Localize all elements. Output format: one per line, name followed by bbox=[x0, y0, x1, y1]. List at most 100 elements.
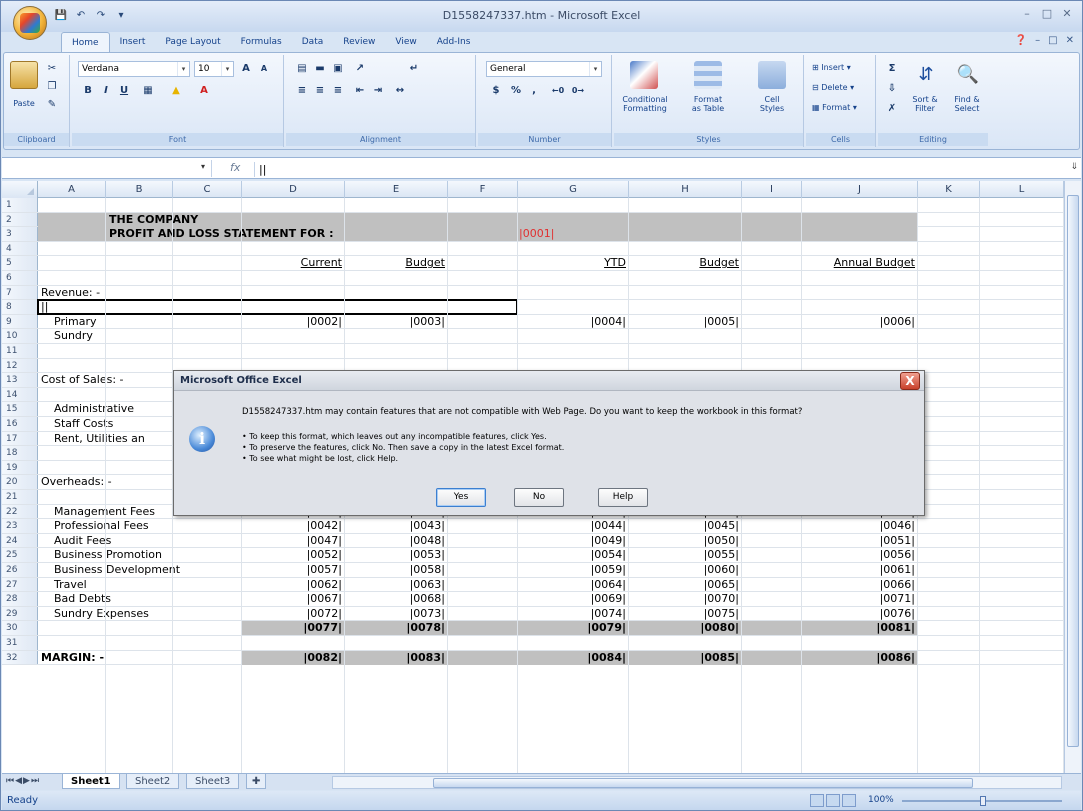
row-header[interactable]: 4 bbox=[2, 241, 38, 256]
align-middle-icon[interactable]: ▬ bbox=[312, 61, 328, 77]
tab-data[interactable]: Data bbox=[292, 32, 334, 52]
row-header[interactable]: 16 bbox=[2, 417, 38, 431]
heading-annual-budget[interactable]: Annual Budget bbox=[805, 256, 915, 270]
format-painter-icon[interactable]: ✎ bbox=[44, 97, 60, 113]
page-layout-view-icon[interactable] bbox=[826, 794, 840, 807]
copy-icon[interactable]: ❐ bbox=[44, 79, 60, 95]
value-cell[interactable]: |0052| bbox=[245, 548, 342, 562]
margin-cell[interactable]: |0082| bbox=[245, 651, 342, 665]
row-header[interactable]: 5 bbox=[2, 256, 38, 270]
clear-icon[interactable]: ✗ bbox=[884, 101, 900, 117]
column-header-l[interactable]: L bbox=[980, 181, 1064, 198]
margin-cell[interactable]: |0083| bbox=[348, 651, 445, 665]
comma-button[interactable]: , bbox=[526, 83, 542, 99]
column-header-d[interactable]: D bbox=[242, 181, 345, 198]
value-cell[interactable]: |0002| bbox=[245, 315, 342, 329]
value-cell[interactable]: |0066| bbox=[805, 578, 915, 592]
insert-button[interactable]: ⊞ Insert ▾ bbox=[812, 63, 851, 72]
value-cell[interactable]: |0074| bbox=[521, 607, 626, 621]
select-all-button[interactable] bbox=[2, 181, 38, 198]
value-cell[interactable]: |0056| bbox=[805, 548, 915, 562]
cut-icon[interactable]: ✂ bbox=[44, 61, 60, 77]
row-header[interactable]: 18 bbox=[2, 446, 38, 460]
align-center-icon[interactable]: ≡ bbox=[312, 83, 328, 99]
font-color-icon[interactable]: A bbox=[196, 83, 212, 99]
sheet-nav-arrows-icon[interactable]: ⏮◀▶⏭ bbox=[6, 776, 40, 786]
help-icon[interactable]: ❓ bbox=[1015, 35, 1027, 46]
expense-label[interactable]: Sundry Expenses bbox=[54, 607, 149, 621]
column-header-b[interactable]: B bbox=[106, 181, 173, 198]
column-header-f[interactable]: F bbox=[448, 181, 518, 198]
sheet-tab-1[interactable]: Sheet1 bbox=[62, 774, 120, 789]
row-header[interactable]: 14 bbox=[2, 387, 38, 402]
insert-function-icon[interactable]: fx bbox=[230, 161, 240, 174]
row-header[interactable]: 9 bbox=[2, 314, 38, 329]
value-cell[interactable]: |0004| bbox=[521, 315, 626, 329]
align-bottom-icon[interactable]: ▣ bbox=[330, 61, 346, 77]
value-cell[interactable]: |0047| bbox=[245, 534, 342, 548]
value-cell[interactable]: |0065| bbox=[632, 578, 739, 592]
value-cell[interactable]: |0006| bbox=[805, 315, 915, 329]
value-cell[interactable]: |0054| bbox=[521, 548, 626, 562]
sheet-tab-3[interactable]: Sheet3 bbox=[186, 774, 240, 789]
insert-sheet-icon[interactable]: ✚ bbox=[246, 774, 267, 789]
value-cell[interactable]: |0072| bbox=[245, 607, 342, 621]
row-header[interactable]: 21 bbox=[2, 490, 38, 504]
label-sundry[interactable]: Sundry bbox=[54, 329, 93, 343]
sort-filter-icon[interactable]: ⇵ bbox=[912, 61, 940, 89]
increase-indent-icon[interactable]: ⇥ bbox=[370, 83, 386, 99]
row-header[interactable]: 30 bbox=[2, 621, 38, 635]
row-header[interactable]: 15 bbox=[2, 402, 38, 416]
value-cell[interactable]: |0005| bbox=[632, 315, 739, 329]
row-header[interactable]: 29 bbox=[2, 606, 38, 621]
workbook-restore-icon[interactable]: □ bbox=[1048, 35, 1057, 46]
align-right-icon[interactable]: ≡ bbox=[330, 83, 346, 99]
office-button[interactable] bbox=[13, 6, 47, 40]
value-cell[interactable]: |0064| bbox=[521, 578, 626, 592]
section-overheads[interactable]: Overheads: - bbox=[41, 475, 112, 489]
vertical-scrollbar[interactable] bbox=[1064, 181, 1081, 773]
workbook-minimize-icon[interactable]: – bbox=[1035, 35, 1040, 46]
value-cell[interactable]: |0003| bbox=[348, 315, 445, 329]
italic-button[interactable]: I bbox=[98, 83, 114, 99]
zoom-level[interactable]: 100% bbox=[868, 795, 894, 805]
paste-icon[interactable] bbox=[10, 61, 38, 89]
row-header[interactable]: 25 bbox=[2, 548, 38, 562]
row-header[interactable]: 20 bbox=[2, 475, 38, 489]
value-cell[interactable]: |0055| bbox=[632, 548, 739, 562]
expense-label[interactable]: Travel bbox=[54, 578, 87, 592]
expand-formula-icon[interactable]: ⇓ bbox=[1070, 162, 1078, 172]
format-as-table-icon[interactable] bbox=[694, 61, 722, 89]
merge-center-icon[interactable]: ↔ bbox=[392, 83, 408, 99]
value-cell[interactable]: |0044| bbox=[521, 519, 626, 533]
shrink-font-button[interactable]: A bbox=[256, 61, 272, 77]
row-header[interactable]: 27 bbox=[2, 577, 38, 592]
row-header[interactable]: 32 bbox=[2, 650, 38, 665]
row-header[interactable]: 6 bbox=[2, 271, 38, 285]
value-cell[interactable]: |0067| bbox=[245, 592, 342, 606]
wrap-text-icon[interactable]: ↵ bbox=[406, 61, 422, 77]
column-header-j[interactable]: J bbox=[802, 181, 918, 198]
decrease-decimal-icon[interactable]: 0→ bbox=[570, 83, 586, 99]
row-header[interactable]: 13 bbox=[2, 373, 38, 387]
number-format-combo[interactable]: General ▾ bbox=[486, 61, 602, 77]
format-button[interactable]: ▦ Format ▾ bbox=[812, 103, 857, 112]
cell-styles-icon[interactable] bbox=[758, 61, 786, 89]
row-header[interactable]: 17 bbox=[2, 431, 38, 446]
increase-decimal-icon[interactable]: ←0 bbox=[550, 83, 566, 99]
total-cell[interactable]: |0077| bbox=[245, 621, 342, 635]
value-cell[interactable]: |0061| bbox=[805, 563, 915, 577]
margin-cell[interactable]: |0084| bbox=[521, 651, 626, 665]
value-cell[interactable]: |0070| bbox=[632, 592, 739, 606]
total-cell[interactable]: |0081| bbox=[805, 621, 915, 635]
row-header[interactable]: 31 bbox=[2, 636, 38, 650]
row-header[interactable]: 12 bbox=[2, 358, 38, 373]
row-header[interactable]: 22 bbox=[2, 504, 38, 519]
fill-color-icon[interactable]: ▲ bbox=[168, 83, 184, 99]
tab-page-layout[interactable]: Page Layout bbox=[155, 32, 230, 52]
expense-label[interactable]: Bad Debts bbox=[54, 592, 111, 606]
borders-icon[interactable]: ▦ bbox=[140, 83, 156, 99]
value-cell[interactable]: |0053| bbox=[348, 548, 445, 562]
value-cell[interactable]: |0060| bbox=[632, 563, 739, 577]
grow-font-button[interactable]: A bbox=[238, 61, 254, 77]
